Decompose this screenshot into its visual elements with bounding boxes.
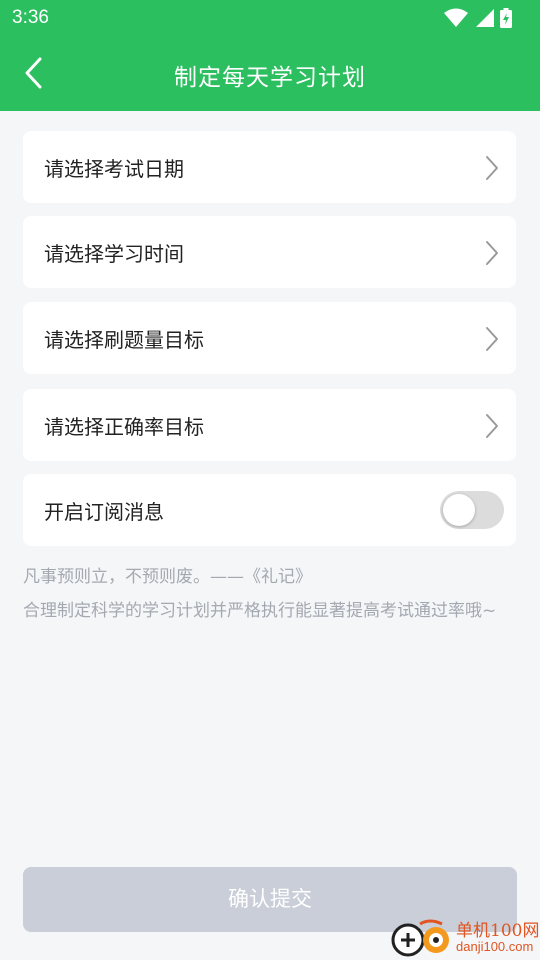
accuracy-goal-label: 请选择正确率目标: [44, 415, 204, 439]
app-header: 3:36 制定每天学习计划: [0, 0, 540, 111]
watermark-domain: danji100.com: [456, 939, 534, 954]
status-icons: [444, 7, 512, 29]
chevron-right-icon: [486, 414, 498, 438]
status-bar: 3:36: [0, 0, 540, 36]
nav-bar: 制定每天学习计划: [0, 36, 540, 111]
study-time-label: 请选择学习时间: [44, 242, 184, 266]
wifi-icon: [444, 8, 468, 27]
subscribe-row: 开启订阅消息: [23, 474, 516, 546]
quote-line-2: 合理制定科学的学习计划并严格执行能显著提高考试通过率哦~: [23, 601, 497, 621]
quote-text: 凡事预则立，不预则废。——《礼记》 合理制定科学的学习计划并严格执行能显著提高考…: [23, 560, 503, 628]
exam-date-selector[interactable]: 请选择考试日期: [23, 131, 516, 203]
quote-line-1: 凡事预则立，不预则废。——《礼记》: [23, 567, 312, 587]
watermark-logo-icon: [391, 919, 449, 957]
subscribe-toggle[interactable]: [440, 491, 504, 529]
study-time-selector[interactable]: 请选择学习时间: [23, 216, 516, 288]
battery-icon: [500, 8, 512, 28]
watermark-brand: 单机100网: [456, 921, 540, 941]
toggle-knob: [443, 494, 475, 526]
chevron-right-icon: [486, 241, 498, 265]
exam-date-label: 请选择考试日期: [44, 157, 184, 181]
status-time: 3:36: [12, 7, 49, 28]
question-goal-label: 请选择刷题量目标: [44, 328, 204, 352]
subscribe-label: 开启订阅消息: [44, 500, 164, 524]
chevron-right-icon: [486, 156, 498, 180]
page-title: 制定每天学习计划: [174, 65, 366, 91]
cellular-signal-icon: [476, 9, 494, 27]
accuracy-goal-selector[interactable]: 请选择正确率目标: [23, 389, 516, 461]
chevron-right-icon: [486, 327, 498, 351]
question-goal-selector[interactable]: 请选择刷题量目标: [23, 302, 516, 374]
watermark: 单机100网 danji100.com: [390, 914, 540, 960]
